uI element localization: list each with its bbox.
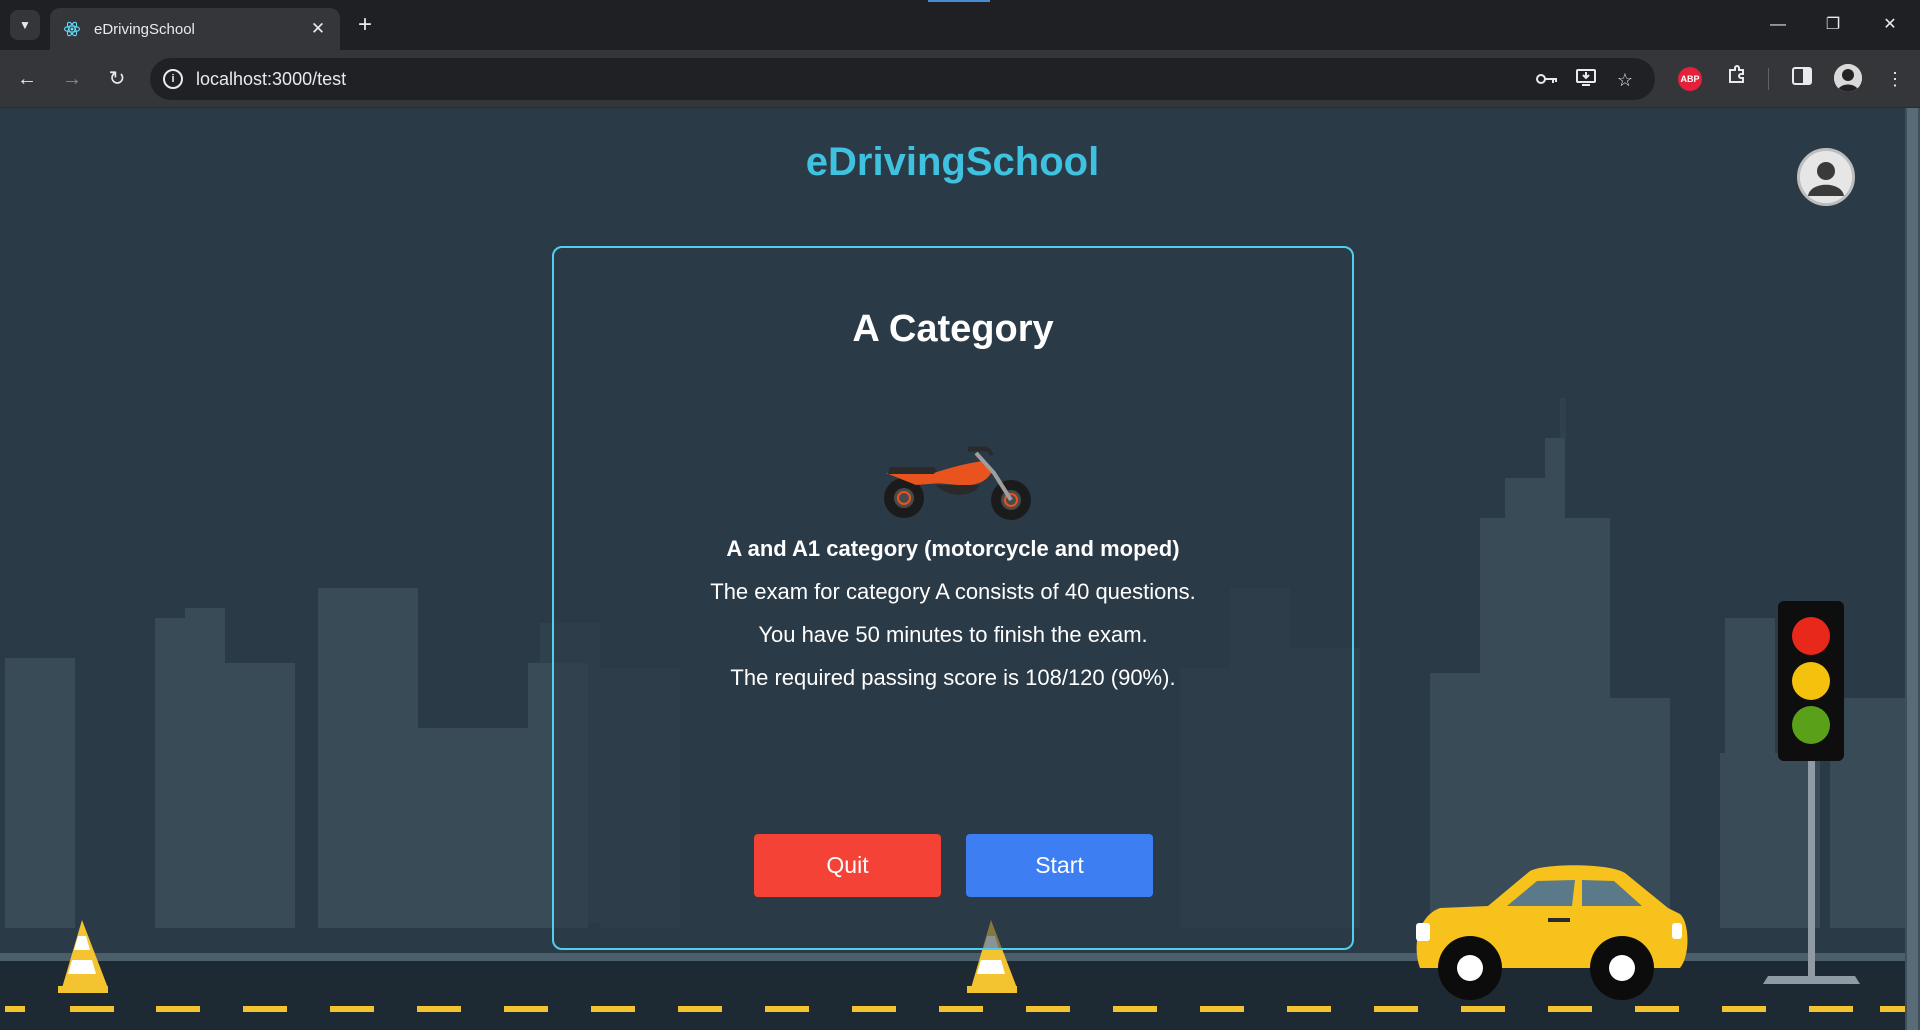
motorcycle-icon xyxy=(884,446,1031,520)
install-app-icon[interactable] xyxy=(1574,68,1598,92)
tab-close-icon[interactable]: ✕ xyxy=(308,19,328,39)
page-viewport: eDrivingSchool A Category A and A1 categ… xyxy=(0,108,1905,1030)
site-info-icon[interactable]: i xyxy=(163,69,183,89)
passing-score-text: The required passing score is 108/120 (9… xyxy=(730,665,1176,690)
forward-arrow-icon[interactable]: → xyxy=(57,64,87,94)
window-close-icon[interactable]: ✕ xyxy=(1870,10,1910,40)
password-key-icon[interactable] xyxy=(1535,68,1559,92)
minimize-icon[interactable]: — xyxy=(1758,10,1798,40)
browser-tab-strip: ▼ eDrivingSchool ✕ + — ❐ ✕ xyxy=(0,0,1920,50)
browser-tab-active[interactable]: eDrivingSchool ✕ xyxy=(50,8,340,50)
address-bar[interactable]: i localhost:3000/test ☆ xyxy=(150,58,1655,100)
address-url[interactable]: localhost:3000/test xyxy=(196,69,346,90)
time-text: You have 50 minutes to finish the exam. xyxy=(758,622,1148,647)
scrollbar-thumb[interactable] xyxy=(1907,108,1918,1030)
profile-avatar-icon[interactable] xyxy=(1834,64,1862,92)
toolbar-separator xyxy=(1768,68,1769,90)
restore-icon[interactable]: ❐ xyxy=(1813,10,1853,40)
reload-icon[interactable]: ↻ xyxy=(102,64,132,94)
adblock-plus-icon[interactable]: ABP xyxy=(1678,67,1702,91)
page-scrollbar[interactable] xyxy=(1905,108,1920,1030)
browser-toolbar: ← → ↻ i localhost:3000/test ☆ ABP ⋮ xyxy=(0,50,1920,108)
extensions-puzzle-icon[interactable] xyxy=(1722,64,1752,94)
tab-title: eDrivingSchool xyxy=(94,20,195,38)
user-avatar-icon[interactable] xyxy=(1797,148,1855,206)
tab-strip-accent xyxy=(928,0,990,2)
category-title: A Category xyxy=(852,308,1054,350)
questions-text: The exam for category A consists of 40 q… xyxy=(710,579,1196,604)
browser-menu-icon[interactable]: ⋮ xyxy=(1880,64,1910,94)
react-atom-icon xyxy=(62,19,82,39)
new-tab-icon[interactable]: + xyxy=(352,12,378,38)
side-panel-icon[interactable] xyxy=(1787,64,1817,94)
category-subtitle: A and A1 category (motorcycle and moped) xyxy=(726,536,1180,561)
back-arrow-icon[interactable]: ← xyxy=(12,64,42,94)
start-button[interactable]: Start xyxy=(966,834,1153,897)
tab-search-icon[interactable]: ▼ xyxy=(10,10,40,40)
brand-title[interactable]: eDrivingSchool xyxy=(0,140,1905,185)
bookmark-star-icon[interactable]: ☆ xyxy=(1613,68,1637,92)
exam-info-card: A Category A and A1 category (motorcycle… xyxy=(552,246,1354,950)
quit-button[interactable]: Quit xyxy=(754,834,941,897)
